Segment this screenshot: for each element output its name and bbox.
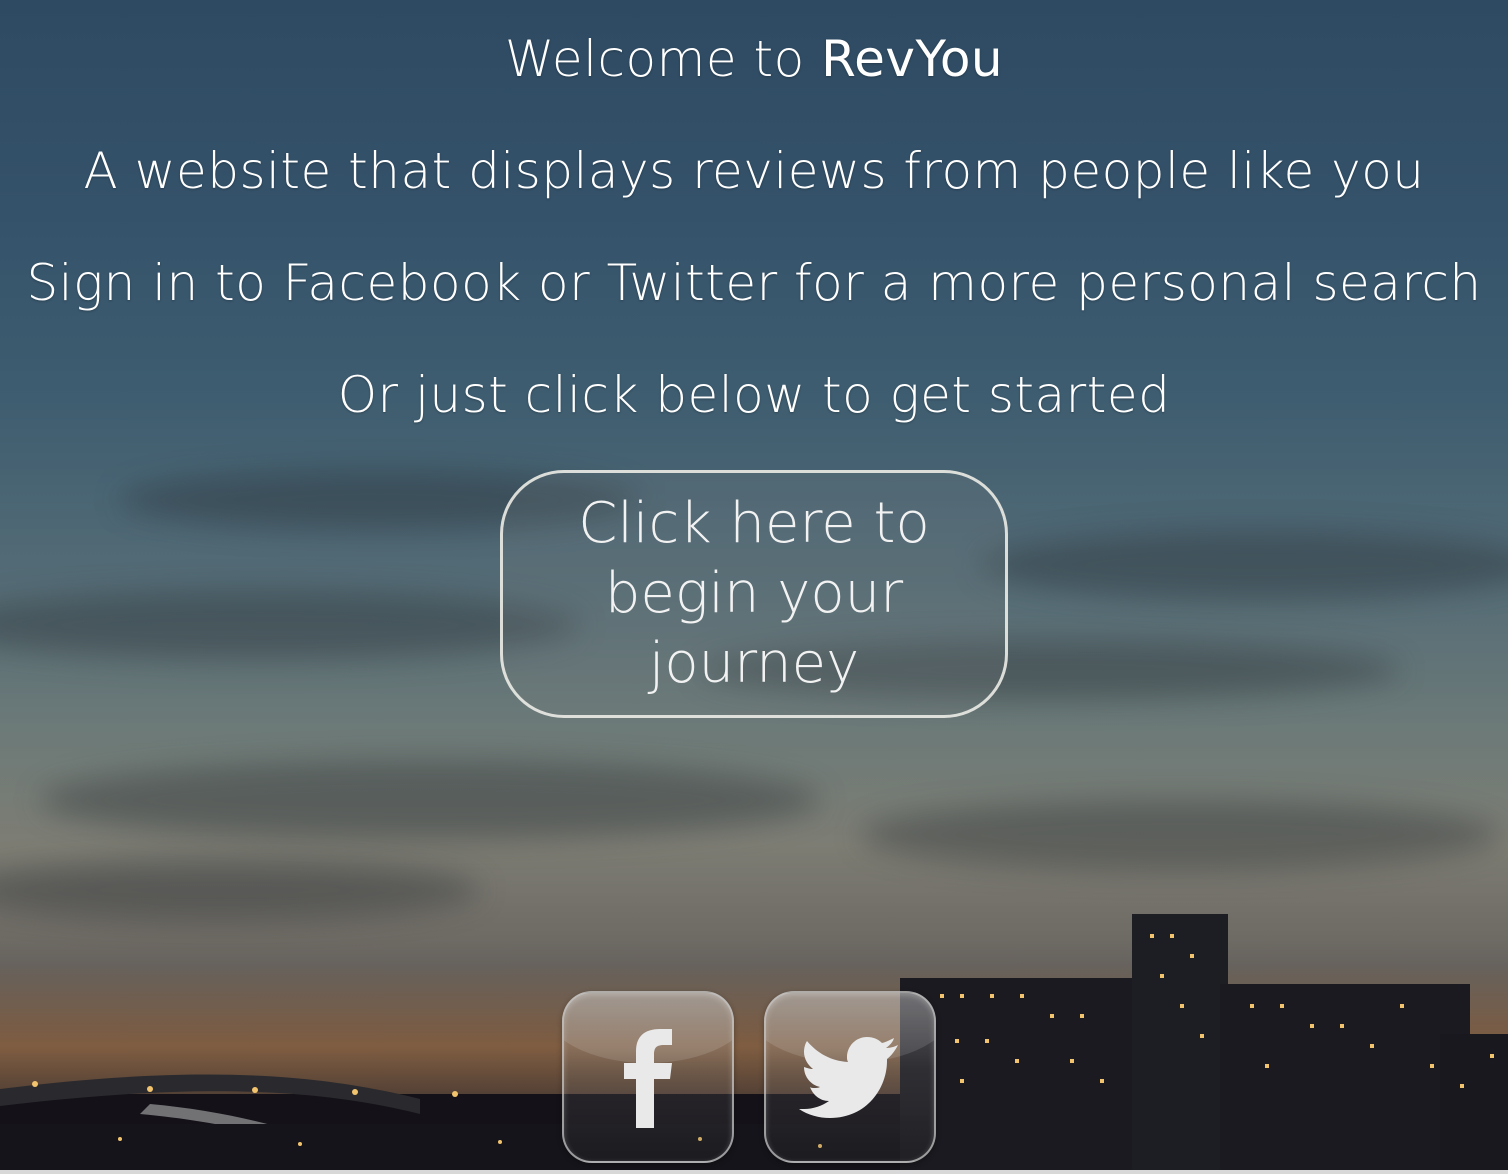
- welcome-heading: Welcome to RevYou: [0, 30, 1508, 88]
- hero: Welcome to RevYou A website that display…: [0, 0, 1508, 1174]
- welcome-prefix: Welcome to: [504, 30, 805, 88]
- twitter-signin-button[interactable]: [764, 991, 936, 1163]
- bottom-bar: [0, 1170, 1508, 1174]
- tagline: A website that displays reviews from peo…: [83, 142, 1425, 200]
- begin-journey-label: Click here to begin your journey: [578, 491, 930, 696]
- facebook-signin-button[interactable]: [562, 991, 734, 1163]
- start-text: Or just click below to get started: [337, 366, 1171, 424]
- brand-name: RevYou: [821, 30, 1004, 88]
- begin-journey-button[interactable]: Click here to begin your journey: [500, 470, 1008, 718]
- twitter-icon: [799, 1037, 898, 1118]
- signin-text: Sign in to Facebook or Twitter for a mor…: [26, 254, 1482, 312]
- facebook-icon: [624, 1029, 672, 1128]
